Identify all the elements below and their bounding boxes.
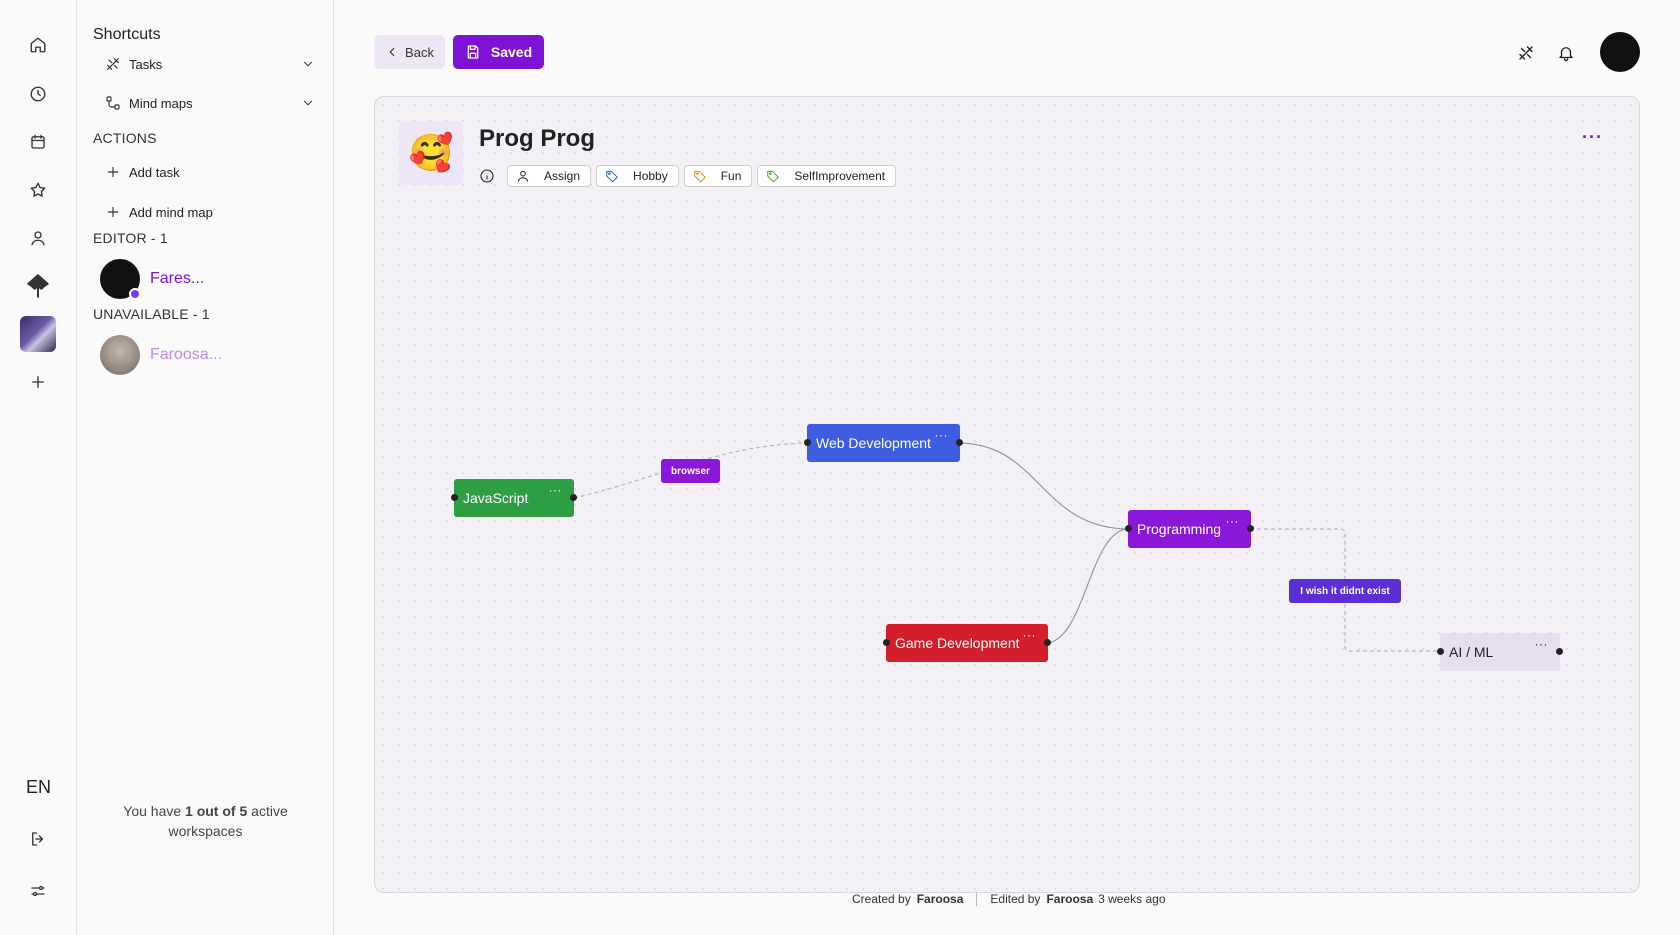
bell-icon[interactable] (1555, 42, 1577, 64)
member-name: Faroosa... (150, 346, 223, 363)
node-ai-ml[interactable]: AI / ML ··· (1437, 633, 1563, 671)
user-icon[interactable] (20, 220, 56, 256)
created-by-name: Faroosa (916, 892, 964, 906)
node-handle-right[interactable] (1556, 648, 1563, 655)
footer-divider (976, 892, 978, 906)
shortcuts-title: Shortcuts (93, 26, 161, 43)
mindmap-footer: Created by Faroosa Edited by Faroosa 3 w… (852, 892, 1166, 906)
clock-icon[interactable] (20, 76, 56, 112)
node-menu-button[interactable]: ··· (935, 428, 949, 442)
back-button[interactable]: Back (374, 35, 445, 69)
node-handle-right[interactable] (1247, 525, 1254, 532)
unavailable-section-title: UNAVAILABLE - 1 (93, 306, 210, 322)
node-handle-right[interactable] (570, 494, 577, 501)
more-options-button[interactable]: ··· (1582, 127, 1603, 148)
plus-icon (107, 166, 119, 178)
edge-label-browser[interactable]: browser (661, 459, 720, 483)
node-web-development[interactable]: Web Development ··· (804, 424, 963, 462)
icon-rail: EN (0, 0, 77, 935)
chevron-left-icon (389, 47, 395, 57)
node-menu-button[interactable]: ··· (1535, 637, 1549, 651)
language-switch[interactable]: EN (0, 777, 77, 798)
add-task-button[interactable]: Add task (105, 161, 315, 183)
node-menu-button[interactable]: ··· (1023, 628, 1037, 642)
tools-icon[interactable] (1515, 42, 1537, 64)
tag-chip-fun[interactable]: Fun (683, 165, 753, 187)
user-avatar[interactable] (1600, 32, 1640, 72)
home-icon[interactable] (20, 27, 56, 63)
logout-icon[interactable] (20, 821, 56, 857)
node-handle-left[interactable] (1125, 525, 1132, 532)
active-workspaces-note: You have 1 out of 5 active workspaces (123, 803, 288, 839)
saved-button[interactable]: Saved (453, 35, 544, 69)
sidebar: Shortcuts Tasks Mind maps ACTIONS Add ta… (77, 0, 334, 935)
tag-icon (606, 170, 618, 183)
user-icon (517, 170, 529, 182)
avatar (100, 259, 141, 300)
save-icon (467, 45, 479, 59)
chevron-down-icon[interactable] (301, 96, 315, 110)
sidebar-item-label: Tasks (129, 56, 163, 72)
star-icon[interactable] (20, 172, 56, 208)
chip-row: Assign Hobby Fun SelfImprovement (479, 165, 901, 187)
node-handle-left[interactable] (1437, 648, 1444, 655)
actions-title: ACTIONS (93, 130, 157, 146)
edited-by-prefix: Edited by (990, 892, 1041, 906)
tasks-icon (107, 58, 119, 70)
settings-sliders-icon[interactable] (20, 873, 56, 909)
node-menu-button[interactable]: ··· (1226, 514, 1240, 528)
plus-icon[interactable] (20, 364, 56, 400)
add-mind-map-button[interactable]: Add mind map (105, 201, 315, 223)
add-task-label: Add task (129, 164, 180, 180)
node-handle-left[interactable] (883, 639, 890, 646)
calendar-icon[interactable] (20, 124, 56, 160)
tag-chip-hobby[interactable]: Hobby (596, 165, 679, 187)
mindmap-icon (106, 96, 120, 110)
chevron-down-icon[interactable] (301, 57, 315, 71)
workspace-avatar[interactable] (20, 316, 56, 352)
sidebar-item-mind-maps[interactable]: Mind maps (105, 92, 315, 114)
node-programming[interactable]: Programming ··· (1125, 510, 1254, 548)
mindmap-header: 🥰 Prog Prog Assign Hobby Fun SelfImprove… (375, 97, 1639, 207)
editor-member[interactable]: Fares... (100, 259, 205, 300)
node-handle-left[interactable] (804, 439, 811, 446)
sidebar-item-tasks[interactable]: Tasks (105, 53, 315, 75)
edge-label-wish[interactable]: I wish it didnt exist (1289, 579, 1401, 603)
page-title[interactable]: Prog Prog (479, 125, 595, 153)
node-game-development[interactable]: Game Development ··· (883, 624, 1051, 662)
node-handle-right[interactable] (1044, 639, 1051, 646)
created-by-prefix: Created by (852, 892, 911, 906)
app-logo-icon[interactable] (20, 268, 56, 304)
info-icon[interactable] (479, 168, 495, 184)
add-mind-map-label: Add mind map (129, 204, 213, 220)
plus-icon (107, 206, 119, 218)
node-javascript[interactable]: JavaScript ··· (451, 479, 577, 517)
sidebar-item-label: Mind maps (129, 95, 193, 111)
node-menu-button[interactable]: ··· (549, 483, 563, 497)
tag-chip-selfimprovement[interactable]: SelfImprovement (757, 165, 897, 187)
avatar (100, 335, 140, 375)
node-handle-right[interactable] (956, 439, 963, 446)
unavailable-member[interactable]: Faroosa... (100, 335, 222, 375)
mindmap-emoji[interactable]: 🥰 (399, 121, 463, 185)
assign-chip[interactable]: Assign (507, 165, 592, 187)
node-handle-left[interactable] (451, 494, 458, 501)
tag-icon (767, 170, 780, 183)
tag-icon (693, 170, 706, 183)
edited-by-name: Faroosa (1046, 892, 1094, 906)
online-status-dot (129, 288, 141, 300)
editor-section-title: EDITOR - 1 (93, 230, 168, 246)
edited-when: 3 weeks ago (1098, 892, 1166, 906)
member-name: Fares... (150, 270, 205, 287)
